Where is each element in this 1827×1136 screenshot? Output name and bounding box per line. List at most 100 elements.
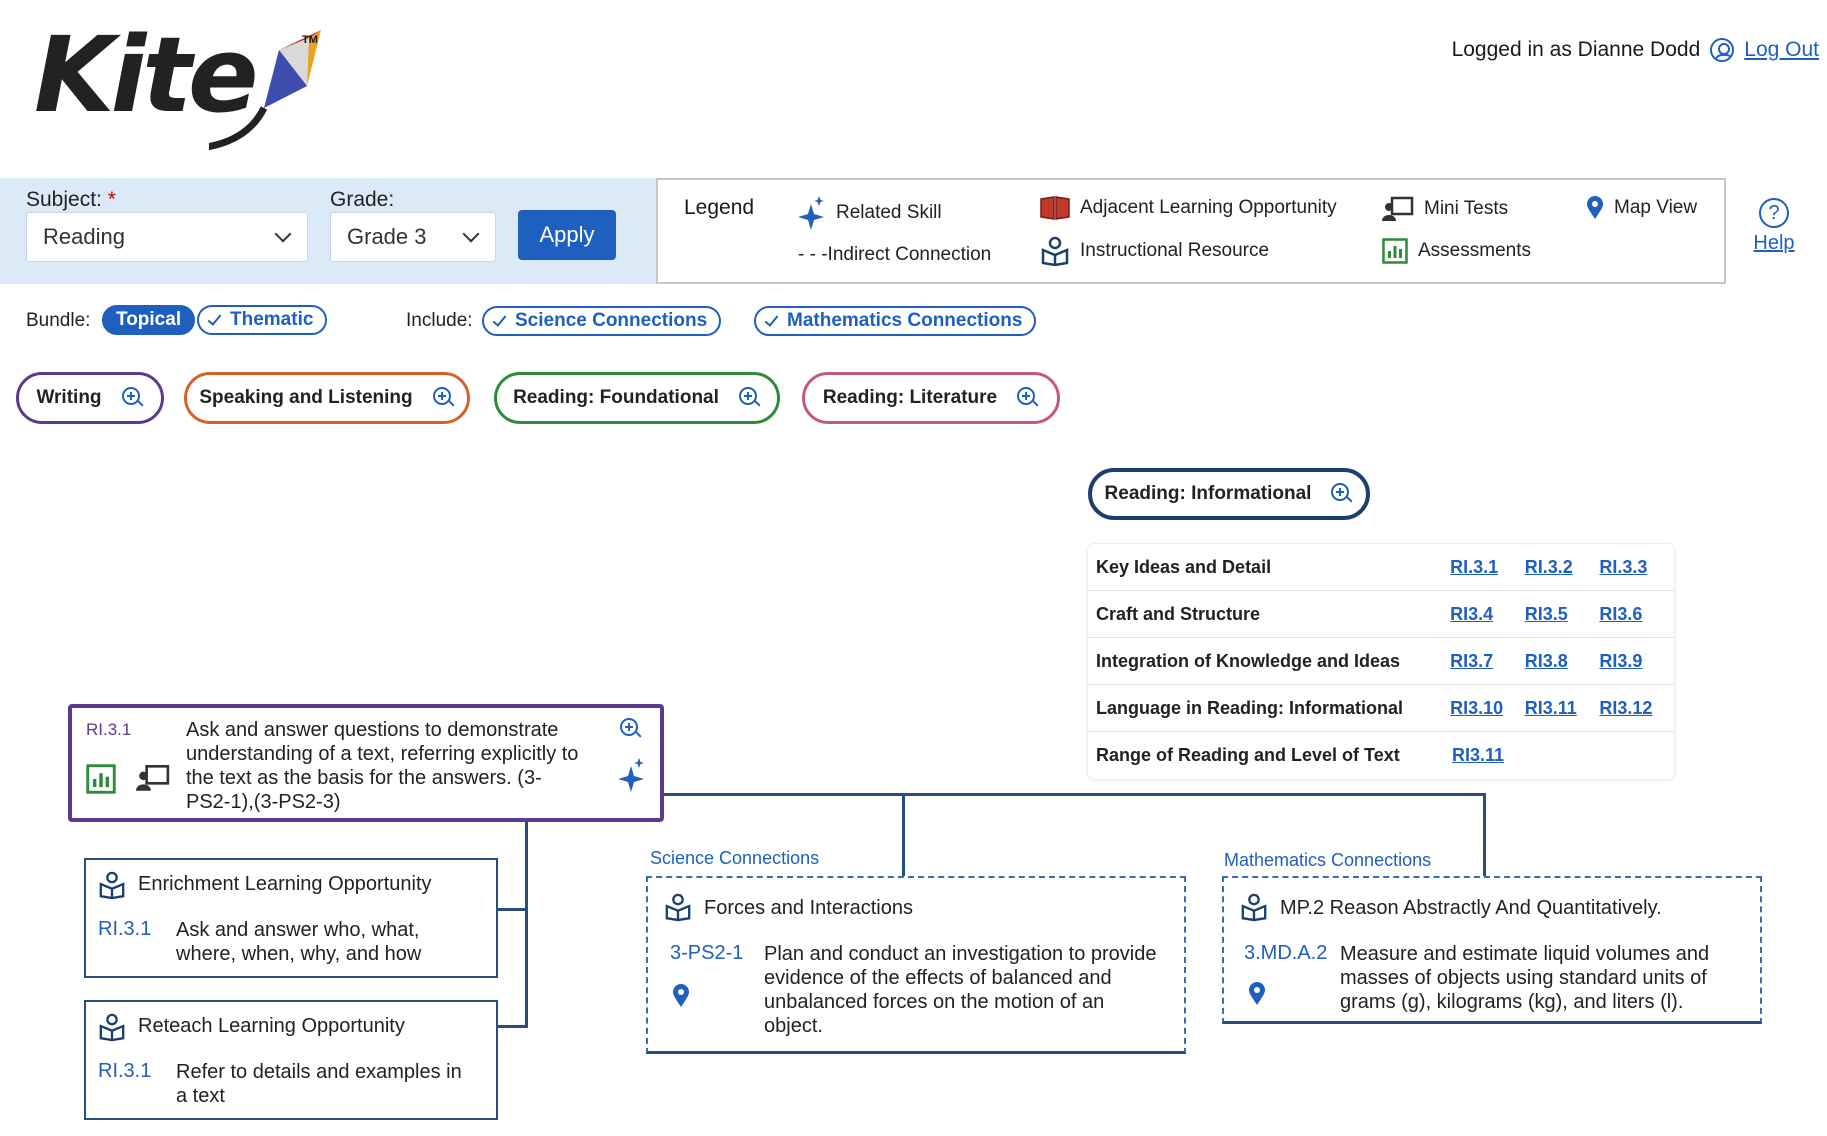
standard-code-link[interactable]: RI3.4 <box>1450 604 1525 625</box>
instructional-resource-icon <box>665 893 691 922</box>
standard-code-link[interactable]: RI3.6 <box>1599 604 1674 625</box>
zoom-in-icon[interactable] <box>121 387 144 409</box>
bundle-thematic-label: Thematic <box>230 309 314 330</box>
reteach-title: Reteach Learning Opportunity <box>138 1015 405 1037</box>
zoom-in-icon[interactable] <box>432 387 455 409</box>
science-connection-card[interactable]: Forces and Interactions 3-PS2-1 Plan and… <box>646 876 1186 1054</box>
standard-code-link[interactable]: RI3.8 <box>1525 651 1600 672</box>
enrichment-card[interactable]: Enrichment Learning Opportunity RI.3.1 A… <box>84 858 498 978</box>
strand-reading-foundational[interactable]: Reading: Foundational <box>494 372 780 424</box>
zoom-in-icon[interactable] <box>620 718 642 740</box>
subject-select[interactable]: Reading <box>26 212 308 262</box>
standards-category: Craft and Structure <box>1096 603 1261 624</box>
instructional-resource-icon <box>1041 236 1069 266</box>
standard-code-link[interactable]: RI3.12 <box>1599 698 1674 719</box>
connector-line <box>902 793 905 877</box>
assessments-icon[interactable] <box>86 764 116 794</box>
map-pin-icon[interactable] <box>672 984 690 1008</box>
map-pin-icon[interactable] <box>1248 982 1266 1006</box>
standards-category: Language in Reading: Informational <box>1096 697 1404 718</box>
mathematics-code: 3.MD.A.2 <box>1244 942 1328 964</box>
strand-informational-label: Reading: Informational <box>1104 483 1312 504</box>
mathematics-connection-card[interactable]: MP.2 Reason Abstractly And Quantitativel… <box>1222 876 1762 1024</box>
chevron-down-icon <box>274 225 292 243</box>
instructional-resource-label: Instructional Resource <box>1080 240 1270 261</box>
standards-category: Integration of Knowledge and Ideas <box>1096 650 1401 671</box>
strand-reading-informational[interactable]: Reading: Informational <box>1088 468 1370 520</box>
mini-tests-label: Mini Tests <box>1424 198 1509 219</box>
connector-line <box>498 908 526 911</box>
standard-code-link[interactable]: RI3.11 <box>1525 698 1600 719</box>
mathematics-section-label: Mathematics Connections <box>1224 850 1432 870</box>
help-button[interactable]: ? Help <box>1748 198 1800 255</box>
connector-line <box>498 1025 526 1028</box>
standard-code-link[interactable]: RI.3.3 <box>1599 557 1674 578</box>
include-science-label: Science Connections <box>515 310 708 331</box>
main-standard-code: RI.3.1 <box>86 720 132 739</box>
logout-link[interactable]: Log Out <box>1744 38 1819 62</box>
sparkle-icon <box>798 196 824 230</box>
map-pin-icon <box>1587 196 1603 219</box>
logged-in-text: Logged in as Dianne Dodd <box>1451 38 1701 61</box>
strand-reading-literature[interactable]: Reading: Literature <box>802 372 1060 424</box>
map-view-label: Map View <box>1614 197 1698 218</box>
required-mark: * <box>107 188 116 211</box>
checkmark-icon <box>492 311 507 327</box>
legend-assessments: Assessments <box>1382 238 1531 264</box>
main-standard-text: Ask and answer questions to demonstrate … <box>186 719 579 813</box>
chevron-down-icon <box>462 225 480 243</box>
standard-code-link[interactable]: RI3.11 <box>1452 745 1527 766</box>
strand-writing-label: Writing <box>36 387 102 408</box>
strand-foundational-label: Reading: Foundational <box>513 387 719 408</box>
trademark: TM <box>302 34 318 46</box>
help-icon: ? <box>1759 198 1789 228</box>
standard-code-link[interactable]: RI.3.1 <box>1450 557 1525 578</box>
legend-instructional-resource: Instructional Resource <box>1040 236 1269 266</box>
strand-speaking-listening[interactable]: Speaking and Listening <box>184 372 470 424</box>
standard-code-link[interactable]: RI3.5 <box>1525 604 1600 625</box>
related-skill-label: Related Skill <box>836 202 942 223</box>
standard-code-link[interactable]: RI3.7 <box>1450 651 1525 672</box>
instructional-resource-icon <box>1241 893 1267 922</box>
reteach-card[interactable]: Reteach Learning Opportunity RI.3.1 Refe… <box>84 1000 498 1120</box>
help-link[interactable]: Help <box>1753 232 1794 254</box>
legend-mini-tests: Mini Tests <box>1382 196 1508 222</box>
standards-row: Language in Reading: Informational RI3.10… <box>1088 685 1674 732</box>
sparkle-icon[interactable] <box>618 758 646 792</box>
standard-code-link[interactable]: RI.3.2 <box>1525 557 1600 578</box>
include-mathematics-pill[interactable]: Mathematics Connections <box>754 306 1037 336</box>
grade-select[interactable]: Grade 3 <box>330 212 496 262</box>
checkmark-icon <box>764 311 779 327</box>
kite-logo: Kite TM <box>34 14 334 164</box>
mini-tests-icon[interactable] <box>136 764 170 792</box>
main-standard-card[interactable]: RI.3.1 Ask and answer questions to demon… <box>68 704 664 822</box>
standard-code-link[interactable]: RI3.10 <box>1450 698 1525 719</box>
legend-map-view: Map View <box>1586 196 1697 220</box>
bundle-thematic-pill[interactable]: Thematic <box>197 305 328 335</box>
standards-row: Range of Reading and Level of Text RI3.11 <box>1088 732 1674 779</box>
zoom-in-icon[interactable] <box>1331 483 1353 505</box>
zoom-in-icon[interactable] <box>738 387 761 409</box>
strand-writing[interactable]: Writing <box>16 372 164 424</box>
science-text: Plan and conduct an investigation to pro… <box>764 943 1157 1037</box>
grade-select-value: Grade 3 <box>347 224 427 249</box>
standard-code-link[interactable]: RI3.9 <box>1599 651 1674 672</box>
zoom-in-icon[interactable] <box>1017 387 1039 409</box>
enrichment-code: RI.3.1 <box>98 918 152 940</box>
standards-row: Craft and Structure RI3.4 RI3.5 RI3.6 <box>1088 591 1674 638</box>
user-bar: Logged in as Dianne Dodd Log Out <box>1452 38 1819 62</box>
adjacent-learning-label: Adjacent Learning Opportunity <box>1080 197 1337 218</box>
instructional-resource-icon <box>99 1013 125 1042</box>
assessments-icon <box>1382 238 1408 264</box>
mathematics-title: MP.2 Reason Abstractly And Quantitativel… <box>1280 897 1662 919</box>
legend-adjacent-learning: Adjacent Learning Opportunity <box>1040 196 1337 220</box>
standards-table: Key Ideas and Detail RI.3.1 RI.3.2 RI.3.3 Cr… <box>1088 544 1674 779</box>
include-mathematics-label: Mathematics Connections <box>787 310 1023 331</box>
apply-button[interactable]: Apply <box>518 210 616 260</box>
enrichment-title: Enrichment Learning Opportunity <box>138 873 432 895</box>
connector-line <box>664 793 1486 796</box>
include-science-pill[interactable]: Science Connections <box>482 306 722 336</box>
bundle-topical-pill[interactable]: Topical <box>102 305 196 335</box>
strand-literature-label: Reading: Literature <box>822 387 998 408</box>
legend-indirect-connection: - - -Indirect Connection <box>798 244 991 266</box>
